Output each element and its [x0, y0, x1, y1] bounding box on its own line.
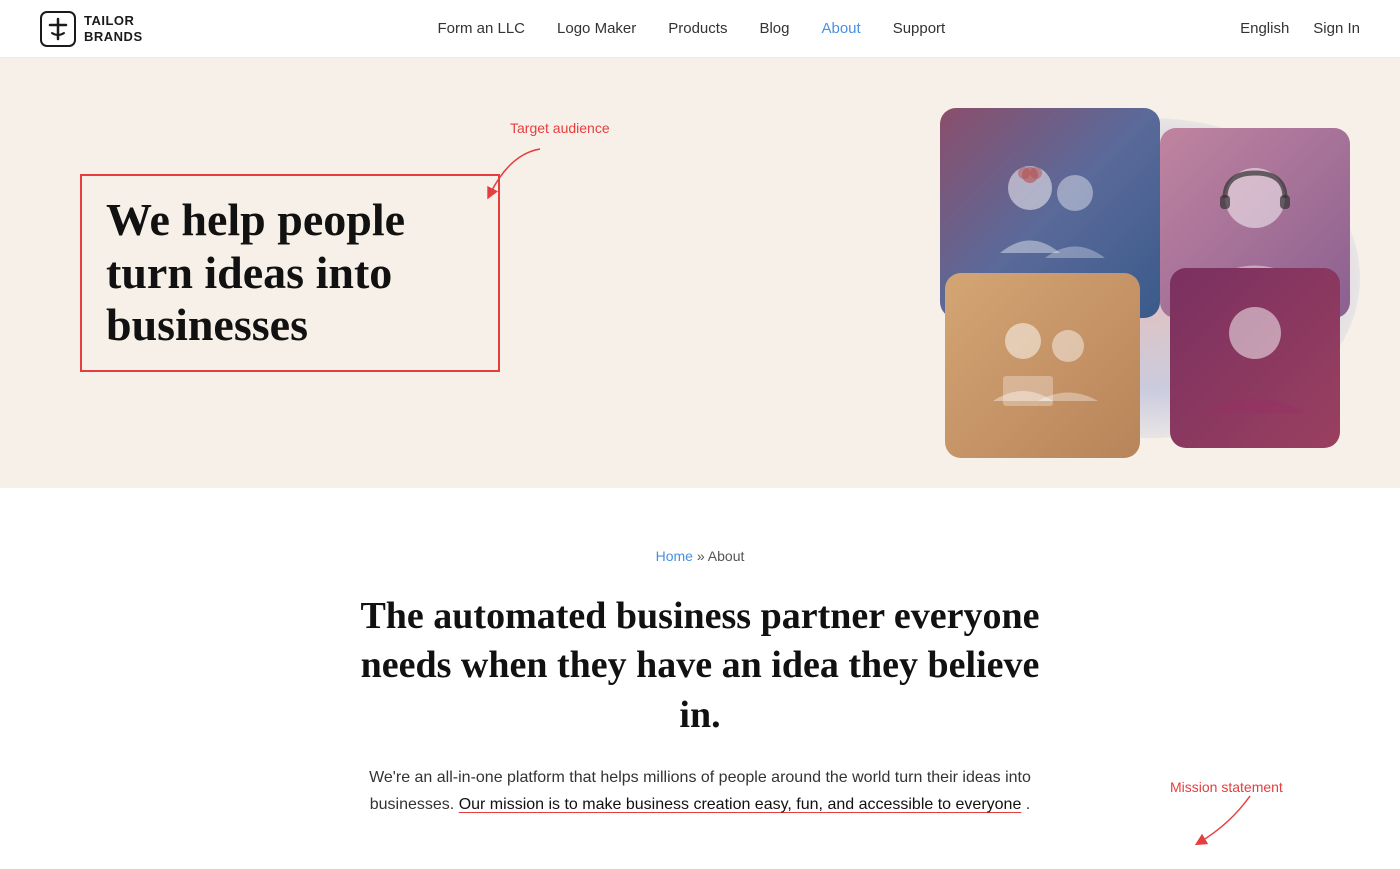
language-selector[interactable]: English	[1240, 20, 1289, 37]
nav-links: Form an LLC Logo Maker Products Blog Abo…	[437, 20, 945, 38]
hero-section: Target audience We help people turn idea…	[0, 58, 1400, 488]
annotation-target-arrow	[480, 144, 570, 204]
nav-products[interactable]: Products	[668, 20, 727, 37]
nav-logo-maker[interactable]: Logo Maker	[557, 20, 636, 37]
photo-card-working	[945, 273, 1140, 458]
mission-annotation-arrow: Mission statement	[1170, 774, 1350, 854]
mission-link[interactable]: Our mission is to make business creation…	[459, 796, 1022, 813]
hero-left: We help people turn ideas into businesse…	[80, 174, 500, 373]
breadcrumb-separator: »	[697, 548, 708, 564]
navbar: TAILOR BRANDS Form an LLC Logo Maker Pro…	[0, 0, 1400, 58]
section2-headline: The automated business partner everyone …	[350, 592, 1050, 740]
breadcrumb: Home » About	[80, 548, 1320, 564]
mission-period: .	[1026, 796, 1030, 813]
brand-name: TAILOR BRANDS	[84, 13, 143, 44]
mission-annotation: Mission statement	[1170, 774, 1350, 859]
nav-support[interactable]: Support	[893, 20, 946, 37]
logo-link[interactable]: TAILOR BRANDS	[40, 11, 143, 47]
nav-right: English Sign In	[1240, 20, 1360, 37]
photo-card-purple	[1170, 268, 1340, 448]
breadcrumb-home[interactable]: Home	[656, 548, 693, 564]
nav-blog[interactable]: Blog	[759, 20, 789, 37]
photo-silhouette-4	[1170, 268, 1340, 448]
annotation-target-label: Target audience	[510, 120, 610, 136]
svg-text:Mission statement: Mission statement	[1170, 779, 1283, 795]
target-audience-annotation: Target audience	[480, 120, 580, 204]
photo-silhouette-3	[945, 273, 1140, 458]
logo-icon	[40, 11, 76, 47]
hero-images	[840, 108, 1340, 468]
breadcrumb-current: About	[708, 548, 745, 564]
section2-body: We're an all-in-one platform that helps …	[360, 764, 1040, 818]
nav-about[interactable]: About	[821, 20, 860, 37]
hero-headline: We help people turn ideas into businesse…	[80, 174, 500, 373]
sign-in-link[interactable]: Sign In	[1313, 20, 1360, 37]
nav-form-llc[interactable]: Form an LLC	[437, 20, 525, 37]
about-section: Home » About The automated business part…	[0, 488, 1400, 869]
